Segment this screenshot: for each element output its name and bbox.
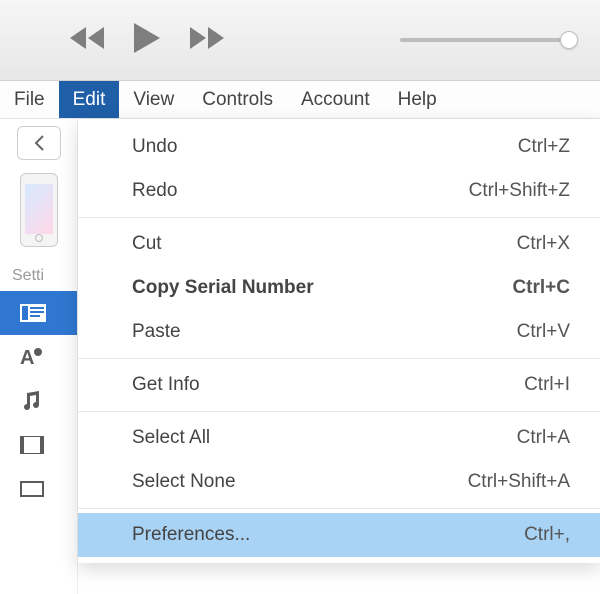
menuitem-shortcut: Ctrl+Shift+A [468,471,570,493]
menuitem-select-none[interactable]: Select None Ctrl+Shift+A [78,460,600,504]
menuitem-get-info[interactable]: Get Info Ctrl+I [78,363,600,407]
menuitem-label: Preferences... [132,524,250,546]
menuitem-preferences[interactable]: Preferences... Ctrl+, [78,513,600,557]
prev-track-icon[interactable] [70,27,104,54]
menuitem-select-all[interactable]: Select All Ctrl+A [78,416,600,460]
volume-slider[interactable] [400,38,570,42]
back-button[interactable] [17,126,61,160]
tv-icon [20,481,44,497]
menu-separator [78,358,600,359]
music-icon [20,390,42,412]
sidebar-item-summary[interactable] [0,291,77,335]
menu-account[interactable]: Account [287,81,384,118]
menu-edit[interactable]: Edit [59,81,120,118]
settings-heading: Setti [0,259,77,291]
menuitem-label: Paste [132,321,181,343]
summary-icon [20,304,46,322]
menuitem-label: Select All [132,427,210,449]
menu-file[interactable]: File [0,81,59,118]
menu-view[interactable]: View [119,81,188,118]
menu-separator [78,508,600,509]
edit-dropdown: Undo Ctrl+Z Redo Ctrl+Shift+Z Cut Ctrl+X… [78,119,600,563]
menuitem-label: Get Info [132,374,200,396]
menu-separator [78,411,600,412]
menuitem-shortcut: Ctrl+I [524,374,570,396]
next-track-icon[interactable] [190,27,224,54]
menu-separator [78,217,600,218]
svg-text:A: A [20,347,34,368]
menuitem-copy-serial[interactable]: Copy Serial Number Ctrl+C [78,266,600,310]
menuitem-shortcut: Ctrl+V [517,321,570,343]
menuitem-shortcut: Ctrl+, [524,524,570,546]
volume-thumb[interactable] [560,31,578,49]
sidebar-item-music[interactable] [0,379,77,423]
menuitem-shortcut: Ctrl+A [517,427,570,449]
device-thumbnail[interactable] [20,173,58,247]
play-icon[interactable] [134,23,160,58]
menuitem-redo[interactable]: Redo Ctrl+Shift+Z [78,169,600,213]
menuitem-undo[interactable]: Undo Ctrl+Z [78,125,600,169]
menuitem-paste[interactable]: Paste Ctrl+V [78,310,600,354]
menuitem-label: Redo [132,180,177,202]
sidebar: Setti A [0,119,78,594]
menuitem-label: Undo [132,136,177,158]
menubar: File Edit View Controls Account Help [0,81,600,119]
menuitem-label: Copy Serial Number [132,277,314,299]
sidebar-item-movies[interactable] [0,423,77,467]
movies-icon [20,436,44,454]
menuitem-shortcut: Ctrl+Shift+Z [469,180,570,202]
menuitem-shortcut: Ctrl+C [512,277,570,299]
menu-controls[interactable]: Controls [188,81,287,118]
menuitem-label: Cut [132,233,162,255]
playback-toolbar [0,0,600,81]
sidebar-item-tv[interactable] [0,467,77,511]
menuitem-cut[interactable]: Cut Ctrl+X [78,222,600,266]
play-controls [70,23,224,58]
sidebar-item-apps[interactable]: A [0,335,77,379]
apps-icon: A [20,346,44,368]
chevron-left-icon [32,134,46,152]
menuitem-label: Select None [132,471,236,493]
menuitem-shortcut: Ctrl+X [517,233,570,255]
menuitem-shortcut: Ctrl+Z [518,136,570,158]
menu-help[interactable]: Help [384,81,451,118]
